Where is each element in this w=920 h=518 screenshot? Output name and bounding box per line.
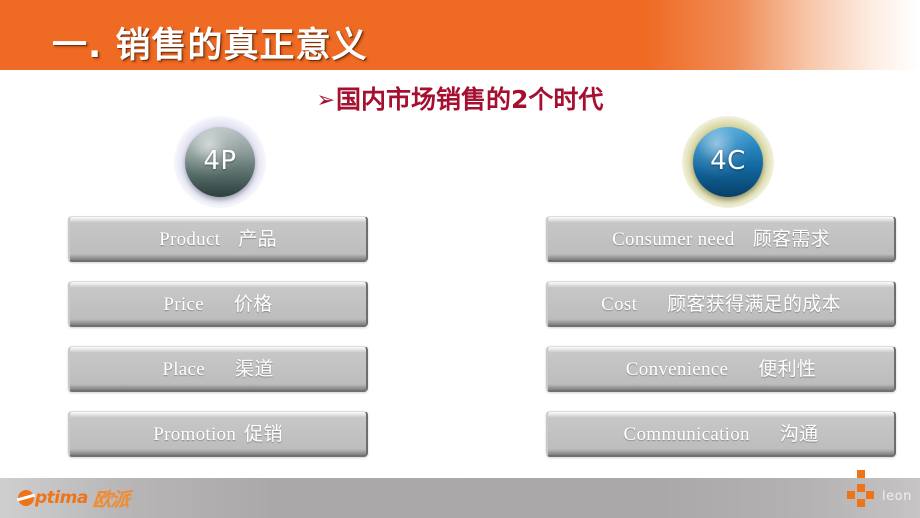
sphere-4p: 4P <box>160 116 280 208</box>
optima-chinese-wordmark: 欧派 <box>91 488 130 511</box>
item-en: Convenience <box>625 359 729 380</box>
sphere-4c-label: 4C <box>710 146 746 176</box>
optima-logo: ptima 欧派 <box>18 487 130 511</box>
leon-wordmark: leon <box>882 489 912 504</box>
item-box-price: Price 价格 <box>68 281 368 327</box>
leon-square-icon <box>847 491 855 499</box>
slide-canvas: 一. 销售的真正意义 ➢国内市场销售的2个时代 4P 4C Product 产品 … <box>0 0 920 518</box>
item-en: Product <box>159 229 221 250</box>
leon-square-icon <box>857 470 865 478</box>
item-box-product: Product 产品 <box>68 216 368 262</box>
item-box-consumer-need: Consumer need 顾客需求 <box>546 216 896 262</box>
item-cn: 顾客需求 <box>752 228 830 250</box>
arrow-bullet-icon: ➢ <box>316 88 336 113</box>
sphere-4c: 4C <box>668 116 788 208</box>
leon-square-icon <box>866 491 874 499</box>
item-en: Cost <box>601 294 638 315</box>
item-box-consumer-need-text: Consumer need 顾客需求 <box>612 224 830 251</box>
item-box-promotion: Promotion 促销 <box>68 411 368 457</box>
optima-wordmark: ptima <box>35 488 88 508</box>
item-box-communication-text: Communication 沟通 <box>624 419 819 446</box>
item-box-cost: Cost 顾客获得满足的成本 <box>546 281 896 327</box>
sphere-4p-ball: 4P <box>185 127 255 197</box>
item-box-communication: Communication 沟通 <box>546 411 896 457</box>
item-cn: 便利性 <box>758 358 817 380</box>
item-box-convenience: Convenience 便利性 <box>546 346 896 392</box>
item-cn: 产品 <box>238 228 277 250</box>
footer-band <box>0 478 920 518</box>
item-en: Promotion <box>153 424 237 445</box>
item-cn: 顾客获得满足的成本 <box>667 293 841 315</box>
subtitle-text: 国内市场销售的2个时代 <box>336 85 604 114</box>
item-box-convenience-text: Convenience 便利性 <box>626 354 816 381</box>
item-en: Communication <box>623 424 750 445</box>
item-en: Consumer need <box>612 229 735 250</box>
item-cn: 沟通 <box>779 423 819 445</box>
sphere-4c-ball: 4C <box>693 127 763 197</box>
subtitle: ➢国内市场销售的2个时代 <box>0 80 920 116</box>
item-box-cost-text: Cost 顾客获得满足的成本 <box>601 289 841 316</box>
optima-mark-icon <box>18 490 34 506</box>
item-box-place-text: Place 渠道 <box>162 354 273 381</box>
leon-square-icon <box>857 484 865 492</box>
page-title: 一. 销售的真正意义 <box>52 26 368 66</box>
sphere-4p-label: 4P <box>203 146 237 176</box>
item-en: Price <box>163 294 204 315</box>
item-cn: 渠道 <box>235 358 274 380</box>
item-box-product-text: Product 产品 <box>159 224 277 251</box>
leon-square-icon <box>857 499 865 507</box>
item-cn: 促销 <box>244 423 283 445</box>
leon-logo: leon <box>843 470 913 514</box>
item-box-price-text: Price 价格 <box>163 289 272 316</box>
item-box-promotion-text: Promotion 促销 <box>153 419 283 446</box>
item-box-place: Place 渠道 <box>68 346 368 392</box>
item-cn: 价格 <box>233 293 273 315</box>
item-en: Place <box>162 359 206 380</box>
